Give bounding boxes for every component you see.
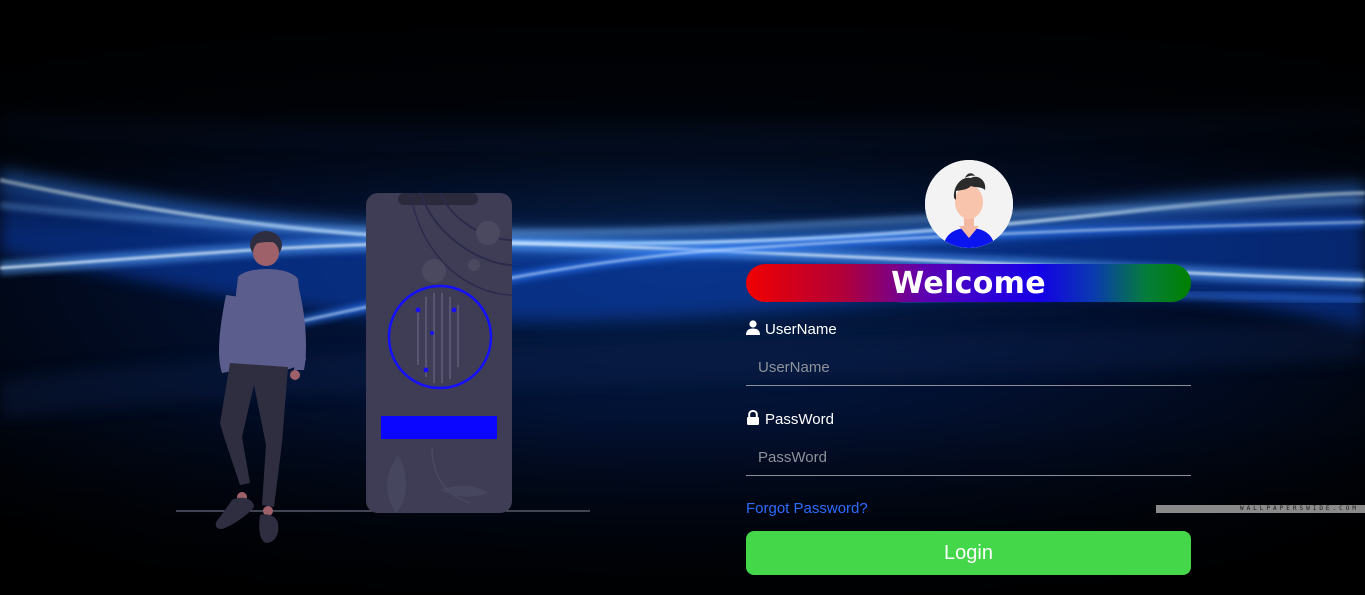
login-illustration: [176, 192, 590, 543]
username-input[interactable]: [746, 350, 1191, 386]
phone-illustration: [366, 192, 513, 513]
password-label: PassWord: [746, 409, 834, 429]
forgot-password-link[interactable]: Forgot Password?: [746, 500, 868, 517]
person-illustration: [215, 231, 306, 543]
welcome-banner: Welcome: [746, 264, 1191, 302]
username-label-text: UserName: [765, 321, 837, 338]
user-avatar: [925, 160, 1013, 248]
username-label: UserName: [746, 320, 837, 339]
password-input[interactable]: [746, 440, 1191, 476]
lock-icon: [746, 409, 760, 429]
login-button[interactable]: Login: [746, 531, 1191, 575]
password-label-text: PassWord: [765, 411, 834, 428]
wallpaper-watermark: WALLPAPERSWIDE.COM: [1156, 505, 1365, 513]
welcome-title: Welcome: [891, 265, 1046, 301]
user-icon: [746, 320, 760, 339]
